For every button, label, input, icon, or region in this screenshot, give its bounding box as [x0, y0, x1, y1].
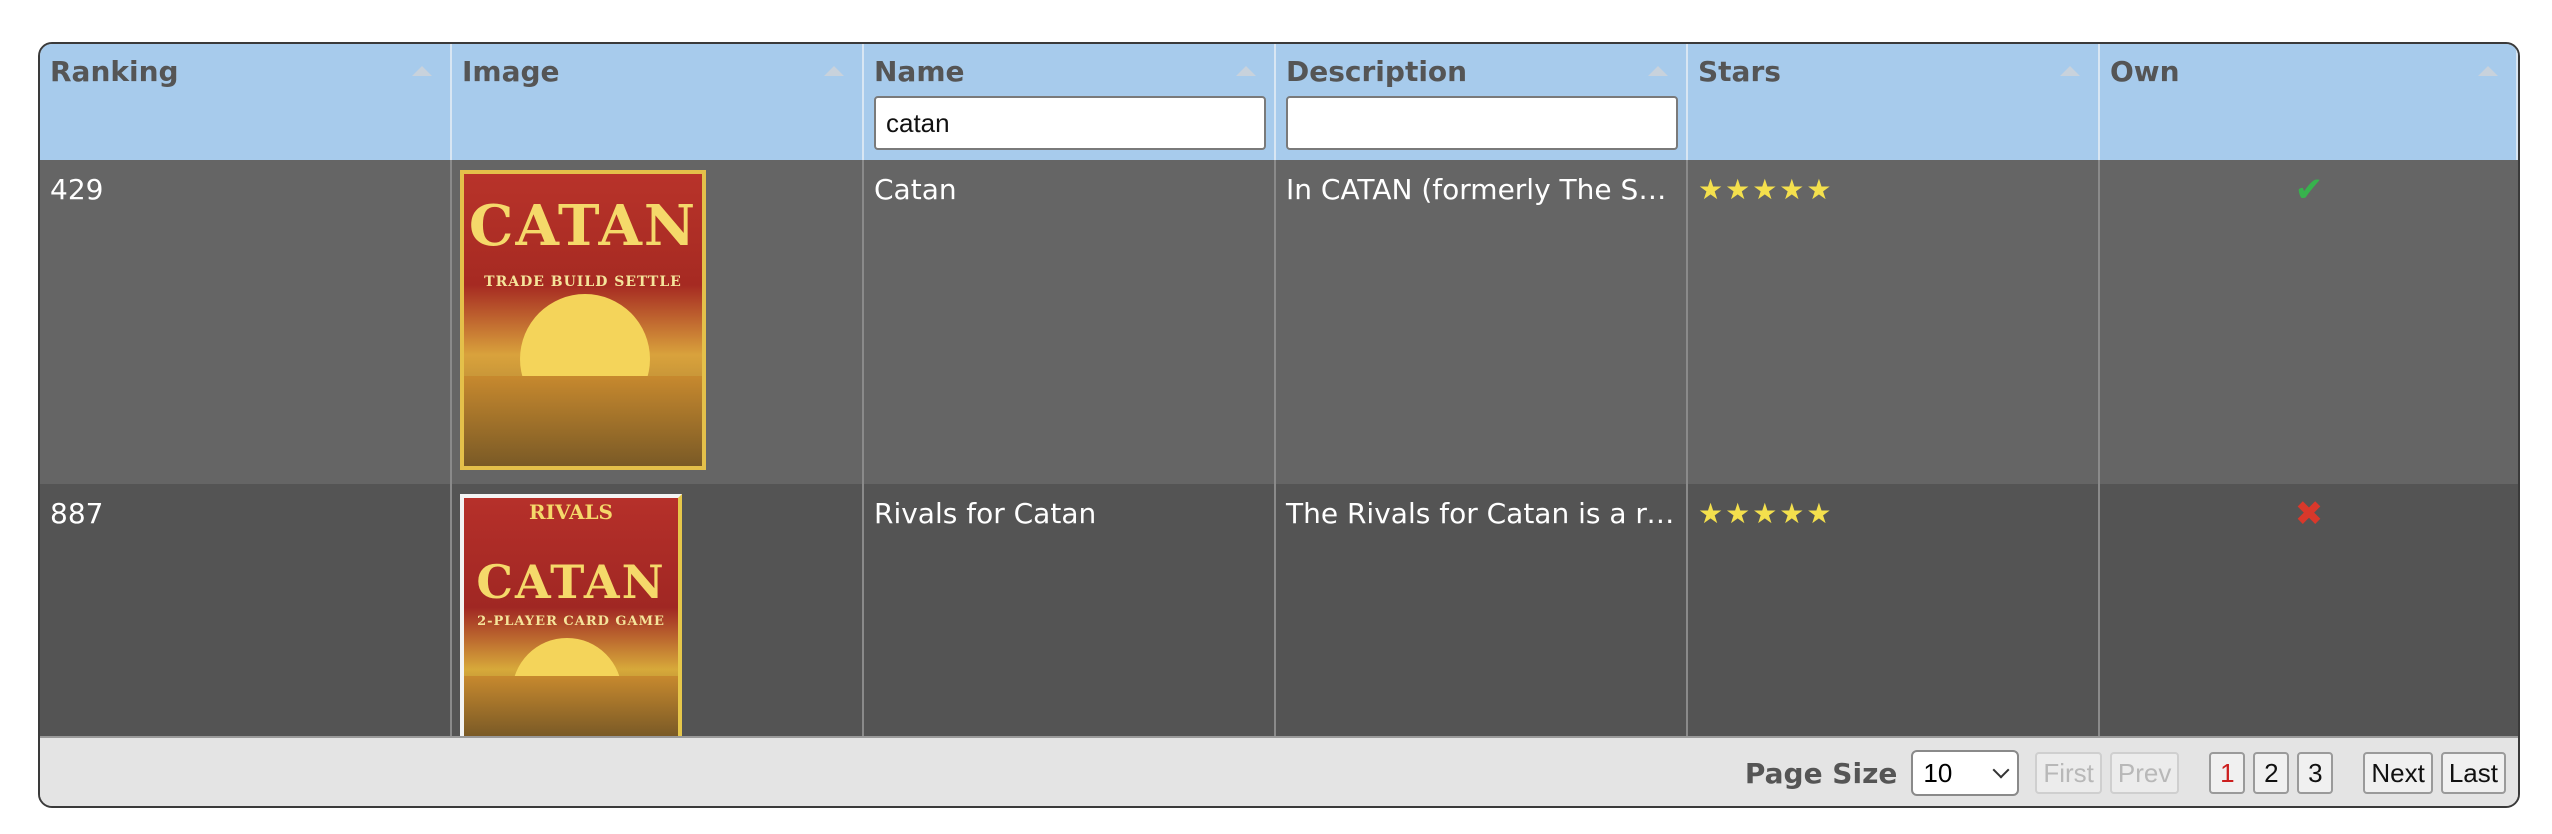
ranking-cell: 887	[40, 484, 452, 740]
page-3-button[interactable]: 3	[2297, 752, 2334, 794]
column-header-description[interactable]: Description	[1276, 44, 1688, 160]
image-cell: CATAN TRADE BUILD SETTLE	[452, 160, 864, 484]
chevron-down-icon	[1992, 761, 2010, 779]
column-label: Own	[2110, 55, 2180, 88]
page-1-button[interactable]: 1	[2209, 752, 2246, 794]
sort-icon[interactable]	[1648, 66, 1668, 76]
sort-icon[interactable]	[412, 66, 432, 76]
column-header-ranking[interactable]: Ranking	[40, 44, 452, 160]
column-label: Name	[874, 55, 965, 88]
sort-icon[interactable]	[824, 66, 844, 76]
description-cell: The Rivals for Catan is a rei…	[1276, 484, 1688, 740]
field-graphic	[464, 676, 678, 736]
name-cell: Catan	[864, 160, 1276, 484]
box-title: CATAN	[468, 193, 698, 259]
column-label: Image	[462, 55, 560, 88]
box-subtitle: 2-PLAYER CARD GAME	[477, 614, 665, 629]
sort-icon[interactable]	[2478, 66, 2498, 76]
name-filter-input[interactable]	[874, 96, 1266, 150]
check-icon: ✔	[2294, 170, 2324, 210]
first-page-button[interactable]: First	[2035, 752, 2102, 794]
page-2-button[interactable]: 2	[2253, 752, 2290, 794]
page-size-label: Page Size	[1744, 756, 1898, 790]
box-subtitle: TRADE BUILD SETTLE	[484, 274, 682, 290]
pager: Page Size 10 First Prev 1 2 3 Next Last	[1745, 750, 2506, 796]
column-label: Description	[1286, 55, 1468, 88]
games-table: Ranking Image Name Description Stars Own…	[38, 42, 2520, 808]
stars-cell: ★★★★★	[1688, 484, 2100, 740]
field-graphic	[464, 376, 702, 466]
table-grid: Ranking Image Name Description Stars Own…	[40, 44, 2518, 740]
box-art-image: RIVALS CATAN 2-PLAYER CARD GAME	[460, 494, 682, 740]
column-header-stars[interactable]: Stars	[1688, 44, 2100, 160]
column-header-name[interactable]: Name	[864, 44, 1276, 160]
page-size-select[interactable]: 10	[1911, 750, 2020, 796]
page-size-value: 10	[1923, 757, 1953, 788]
ranking-cell: 429	[40, 160, 452, 484]
description-cell: In CATAN (formerly The Settl…	[1276, 160, 1688, 484]
box-pretitle: RIVALS	[529, 500, 613, 524]
prev-page-button[interactable]: Prev	[2109, 752, 2180, 794]
column-label: Ranking	[50, 55, 179, 88]
own-cell: ✖	[2100, 484, 2518, 740]
stars-rating-icon: ★★★★★	[1698, 173, 1834, 206]
pagination-bar: Page Size 10 First Prev 1 2 3 Next Last	[40, 736, 2518, 806]
column-header-own[interactable]: Own	[2100, 44, 2518, 160]
stars-rating-icon: ★★★★★	[1698, 497, 1834, 530]
cross-icon: ✖	[2294, 494, 2324, 534]
sort-icon[interactable]	[2060, 66, 2080, 76]
name-cell: Rivals for Catan	[864, 484, 1276, 740]
own-cell: ✔	[2100, 160, 2518, 484]
sort-icon[interactable]	[1236, 66, 1256, 76]
image-cell: RIVALS CATAN 2-PLAYER CARD GAME	[452, 484, 864, 740]
last-page-button[interactable]: Last	[2440, 752, 2506, 794]
column-header-image[interactable]: Image	[452, 44, 864, 160]
box-art-image: CATAN TRADE BUILD SETTLE	[460, 170, 706, 470]
stars-cell: ★★★★★	[1688, 160, 2100, 484]
next-page-button[interactable]: Next	[2363, 752, 2433, 794]
column-label: Stars	[1698, 55, 1781, 88]
description-filter-input[interactable]	[1286, 96, 1678, 150]
